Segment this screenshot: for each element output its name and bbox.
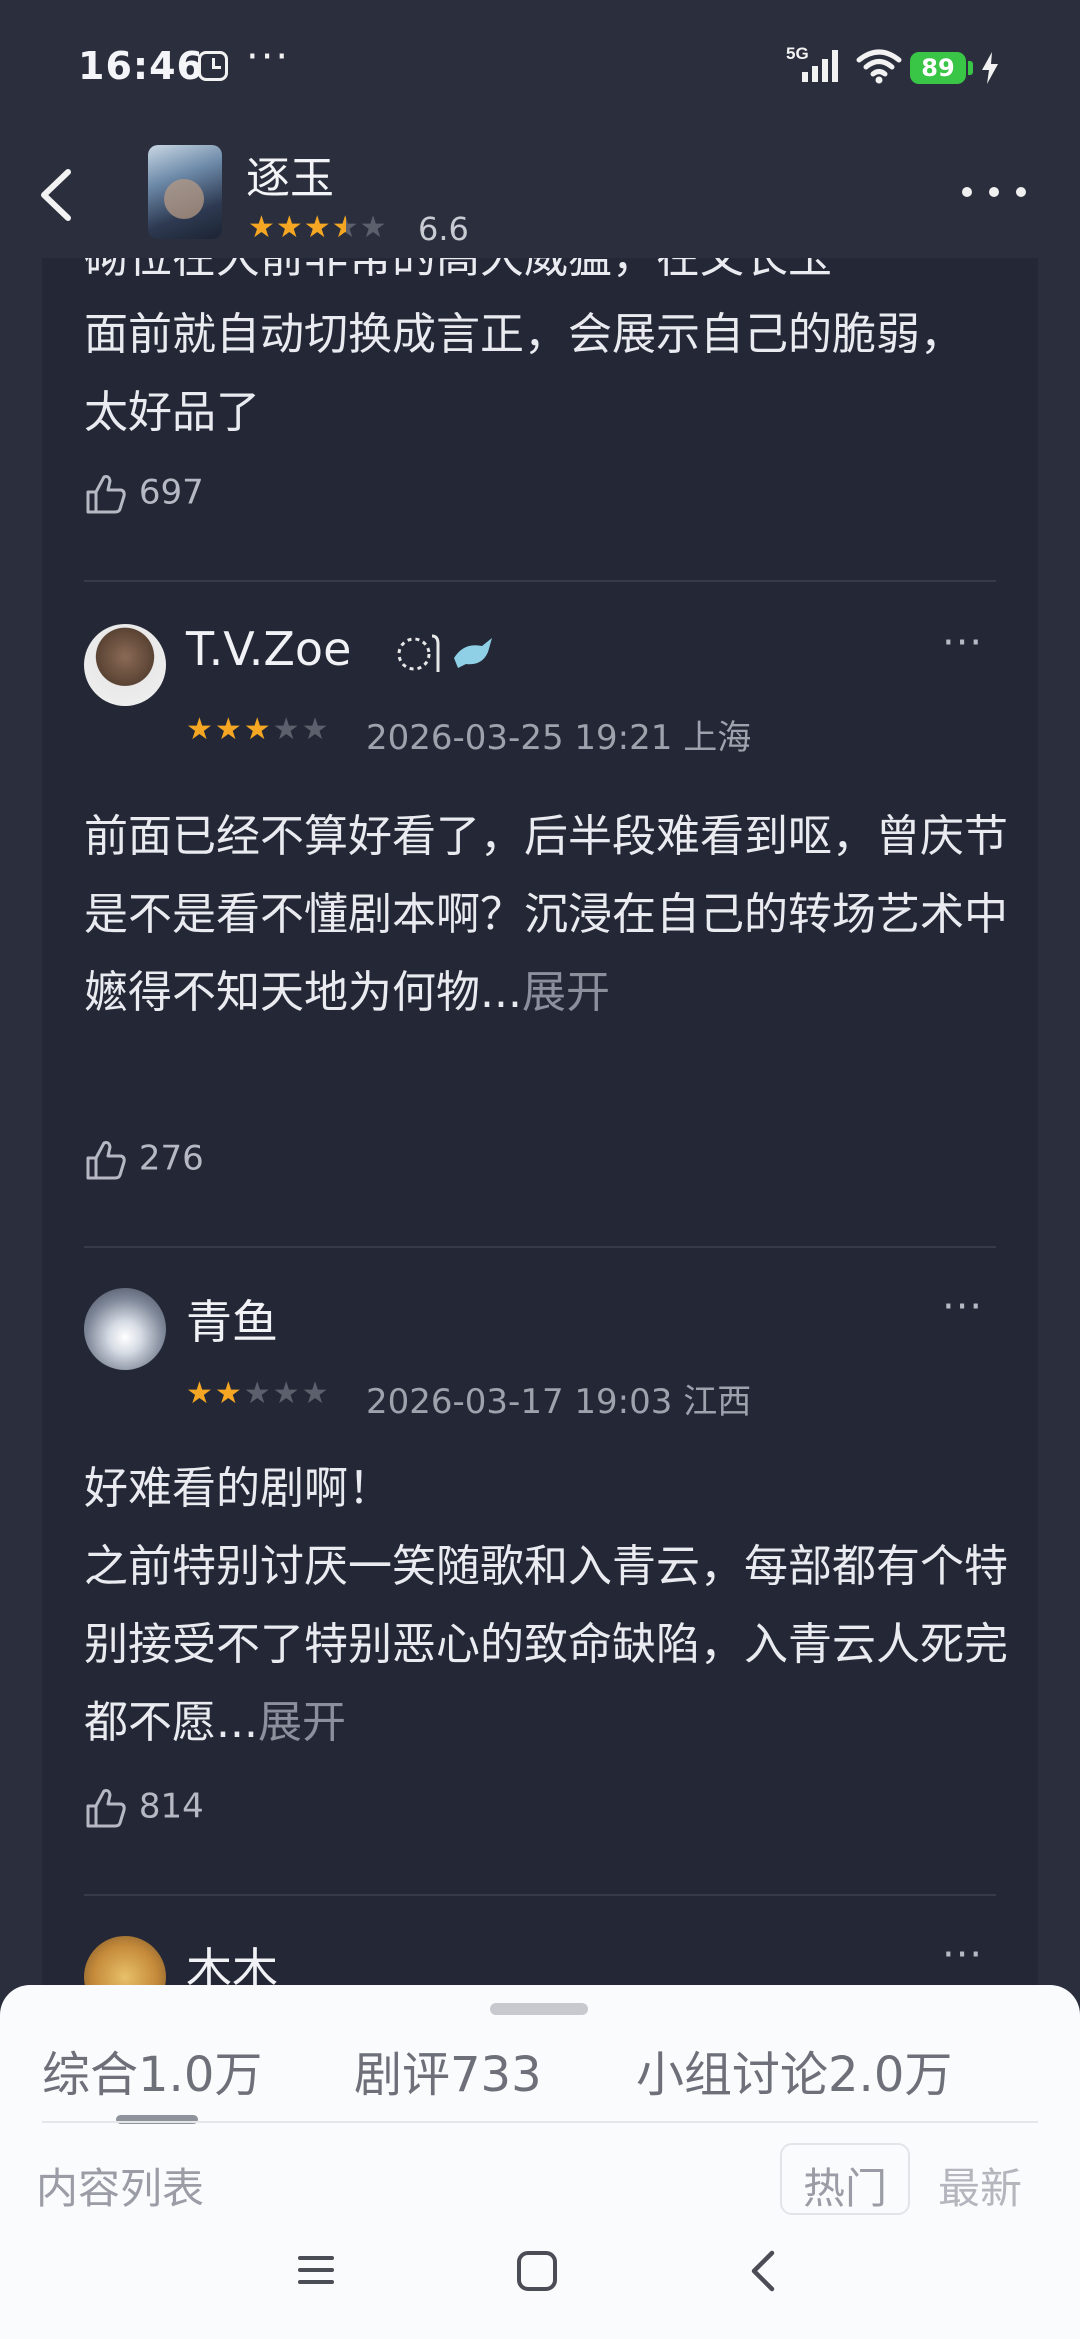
charging-bolt-icon [980,52,1000,88]
signal-icon: 5G [786,42,846,90]
chevron-left-icon [751,2250,775,2292]
system-back-button[interactable] [746,2248,782,2298]
tab-overall[interactable]: 综合1.0万 [42,2035,262,2105]
review-text-clipped-line: 砌位在大前非常的高大威猛，在文长玉 [84,258,832,296]
show-poster-thumbnail[interactable] [148,145,222,239]
username[interactable]: T.V.Zoe [186,622,351,676]
rating-value: 6.6 [418,210,469,248]
chevron-left-icon [41,169,71,221]
tab-reviews[interactable]: 剧评733 [354,2035,542,2105]
like-count: 814 [138,1786,204,1827]
status-more-icon: ··· [246,34,291,80]
battery-tip [968,61,973,75]
review-more-button[interactable]: ··· [942,1284,983,1330]
username[interactable]: 青鱼 [186,1286,278,1352]
user-badge-icon [392,628,512,682]
thumbs-up-icon [86,1141,126,1180]
review-stars: ★★★★★ [186,1376,331,1411]
like-button[interactable]: 697 [84,472,204,516]
thumbs-up-icon [86,1789,126,1828]
recents-button[interactable] [296,2250,336,2294]
menu-icon [298,2256,334,2284]
review-meta: 2026-03-25 19:21 上海 [366,710,751,759]
network-type: 5G [786,44,809,63]
avatar[interactable] [84,1288,166,1370]
wifi-icon [855,48,903,88]
review-more-button[interactable]: ··· [942,1932,983,1978]
divider [84,1894,996,1896]
divider [84,580,996,582]
thumbs-up-icon [86,475,126,514]
battery-indicator: 89 [910,52,966,84]
divider [84,1246,996,1248]
rating-stars: ★★★★★ [248,210,388,245]
show-title: 逐玉 [246,153,334,204]
like-button[interactable]: 276 [84,1138,204,1182]
clock-icon [198,51,228,81]
status-time: 16:46 [78,44,204,88]
review-date: 2026-03-25 19:21 [366,718,673,758]
review-text: 好难看的剧啊！ 之前特别讨厌一笑随歌和入青云，每部都有个特别接受不了特别恶心的致… [84,1463,1008,1748]
status-bar: 16:46 ··· 5G 89 [0,0,1080,135]
review-location: 江西 [683,1382,752,1422]
review-location: 上海 [683,718,752,758]
review-list[interactable]: 砌位在大前非常的高大威猛，在文长玉 面前就自动切换成言正，会展示自己的脆弱，太好… [42,258,1038,2018]
sheet-drag-handle[interactable] [490,2003,588,2015]
review-stars: ★★★★★ [186,712,331,747]
more-options-button[interactable] [958,170,1030,210]
like-count: 276 [138,1138,204,1179]
divider [42,2121,1038,2123]
like-button[interactable]: 814 [84,1786,204,1830]
review-more-button[interactable]: ··· [942,620,983,666]
expand-link[interactable]: 展开 [258,1697,346,1748]
tab-group-discussion[interactable]: 小组讨论2.0万 [636,2035,952,2105]
expand-link[interactable]: 展开 [522,967,610,1018]
review-text: 面前就自动切换成言正，会展示自己的脆弱，太好品了 [84,309,964,438]
like-count: 697 [138,472,204,513]
review-date: 2026-03-17 19:03 [366,1382,673,1422]
review-meta: 2026-03-17 19:03 江西 [366,1374,751,1423]
avatar[interactable] [84,624,166,706]
back-button[interactable] [30,160,90,230]
sort-new-button[interactable]: 最新 [938,2155,1022,2216]
content-list-label: 内容列表 [36,2164,205,2213]
review-text: 前面已经不算好看了，后半段难看到呕，曾庆节是不是看不懂剧本啊？沉浸在自己的转场艺… [84,811,1008,1018]
sort-hot-label[interactable]: 热门 [803,2155,887,2216]
home-button[interactable] [516,2250,558,2296]
square-icon [517,2251,557,2291]
